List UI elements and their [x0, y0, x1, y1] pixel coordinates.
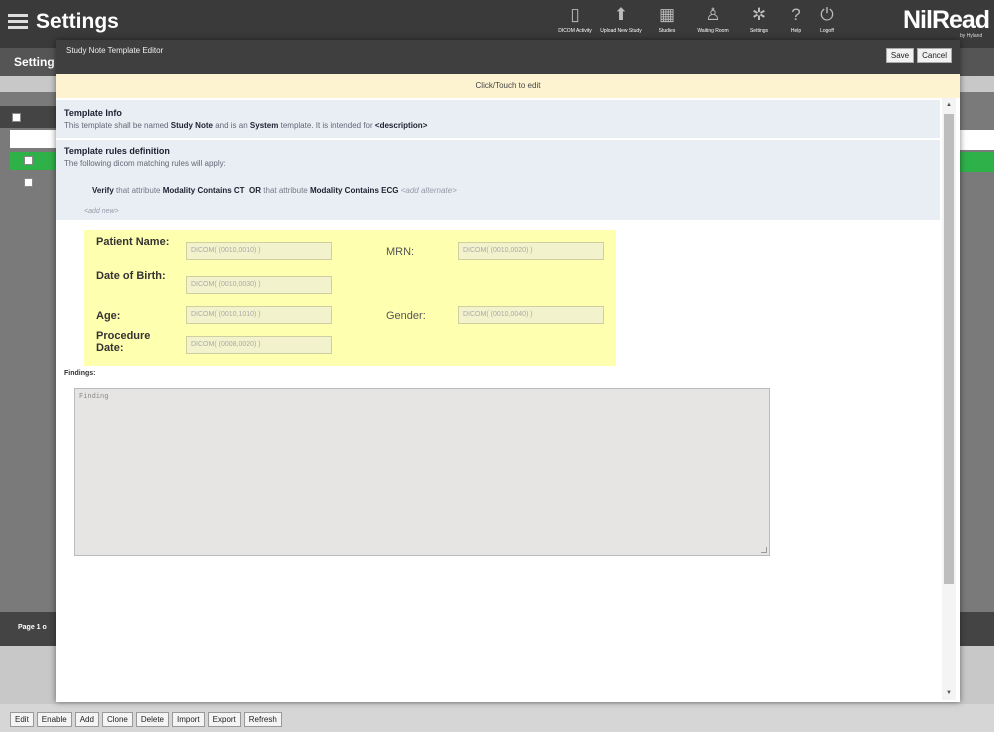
select-all-checkbox[interactable]: [12, 113, 21, 122]
age-label: Age:: [96, 310, 121, 322]
app-title: Settings: [36, 10, 119, 33]
rule-or[interactable]: OR: [249, 186, 261, 195]
table-row[interactable]: [10, 174, 60, 192]
list-header: [0, 106, 60, 128]
nav-help[interactable]: ? Help: [782, 4, 810, 40]
gender-field[interactable]: DICOM( (0010,0040) ): [458, 306, 604, 324]
patient-name-label: Patient Name:: [96, 236, 170, 248]
add-button[interactable]: Add: [74, 712, 99, 727]
nav-waiting-room[interactable]: ♙ Waiting Room: [690, 4, 736, 40]
settings-icon: ✲: [751, 5, 767, 24]
nav-label: Help: [790, 28, 802, 34]
gender-label: Gender:: [386, 310, 426, 322]
findings-label: Findings:: [64, 370, 96, 377]
patient-fields-block: Patient Name: DICOM( (0010,0010) ) MRN: …: [84, 230, 616, 366]
rule-value[interactable]: ECG: [381, 186, 398, 195]
rule-value[interactable]: CT: [234, 186, 245, 195]
export-button[interactable]: Export: [207, 712, 241, 727]
edit-button[interactable]: Edit: [10, 712, 34, 727]
table-row-selected[interactable]: [10, 152, 60, 170]
waiting-room-icon: ♙: [705, 5, 721, 24]
upload-study-icon: ⬆: [613, 5, 629, 24]
rule-line: Verify that attribute Modality Contains …: [92, 186, 457, 195]
brand-subtitle: by Hyland: [960, 33, 983, 39]
template-name[interactable]: Study Note: [171, 121, 213, 130]
template-info-heading: Template Info: [64, 108, 122, 118]
hamburger-menu-icon[interactable]: [8, 14, 28, 30]
nav-label: Settings: [749, 28, 769, 34]
enable-button[interactable]: Enable: [36, 712, 72, 727]
row-checkbox[interactable]: [24, 178, 33, 187]
editor-content: Template Info This template shall be nam…: [56, 98, 960, 702]
date-of-birth-field[interactable]: DICOM( (0010,0030) ): [186, 276, 332, 294]
footer-toolbar: Edit Enable Add Clone Delete Import Expo…: [0, 704, 994, 732]
row-checkbox-checked[interactable]: [24, 156, 33, 165]
subheader-title: Setting: [14, 55, 55, 69]
add-alternate-link[interactable]: <add alternate>: [401, 186, 457, 195]
help-icon: ?: [791, 5, 801, 24]
table-row[interactable]: [958, 130, 994, 150]
add-new-rule-link[interactable]: <add new>: [84, 208, 119, 215]
import-button[interactable]: Import: [171, 712, 205, 727]
rule-text: that attribute: [116, 186, 161, 195]
findings-textarea[interactable]: Finding: [74, 388, 770, 556]
table-row[interactable]: [10, 130, 60, 148]
nav-label: Upload New Study: [600, 28, 642, 34]
clone-button[interactable]: Clone: [101, 712, 133, 727]
template-rules-section: Template rules definition The following …: [56, 140, 940, 220]
rule-operator[interactable]: Contains: [197, 186, 231, 195]
rules-heading: Template rules definition: [64, 146, 170, 156]
nav-label: Logoff: [820, 28, 834, 34]
click-to-edit-bar[interactable]: Click/Touch to edit: [56, 74, 960, 98]
scrollbar-thumb[interactable]: [944, 114, 954, 584]
patient-name-field[interactable]: DICOM( (0010,0010) ): [186, 242, 332, 260]
rule-attribute[interactable]: Modality: [310, 186, 342, 195]
rule-verify[interactable]: Verify: [92, 186, 114, 195]
rules-intro: The following dicom matching rules will …: [64, 159, 226, 168]
scroll-down-icon[interactable]: ▼: [946, 690, 952, 696]
rule-text: that attribute: [263, 186, 308, 195]
findings-text: Finding: [79, 393, 109, 401]
mrn-field[interactable]: DICOM( (0010,0020) ): [458, 242, 604, 260]
delete-button[interactable]: Delete: [135, 712, 169, 727]
age-field[interactable]: DICOM( (0010,1010) ): [186, 306, 332, 324]
template-info-text: This template shall be named Study Note …: [64, 121, 427, 130]
template-info-section: Template Info This template shall be nam…: [56, 100, 940, 138]
nav-label: Waiting Room: [697, 28, 729, 34]
info-text-pre: This template shall be named: [64, 121, 169, 130]
dialog-title: Study Note Template Editor: [66, 46, 164, 55]
date-of-birth-label: Date of Birth:: [96, 270, 166, 282]
nav-settings[interactable]: ✲ Settings: [736, 4, 782, 40]
template-editor-dialog: Study Note Template Editor Save Cancel C…: [56, 40, 960, 702]
vertical-scrollbar[interactable]: ▲ ▼: [942, 98, 956, 700]
rule-operator[interactable]: Contains: [345, 186, 379, 195]
scroll-up-icon[interactable]: ▲: [946, 102, 952, 108]
save-button[interactable]: Save: [885, 48, 915, 63]
nav-studies[interactable]: ▦ Studies: [644, 4, 690, 40]
brand-logo: NilRead: [903, 6, 990, 34]
cancel-button[interactable]: Cancel: [917, 48, 952, 63]
top-nav: ▯ DICOM Activity ⬆ Upload New Study ▦ St…: [552, 4, 844, 40]
rule-attribute[interactable]: Modality: [163, 186, 195, 195]
dialog-titlebar: Study Note Template Editor Save Cancel: [56, 40, 960, 74]
info-text-mid: and is an: [215, 121, 248, 130]
nav-upload-study[interactable]: ⬆ Upload New Study: [598, 4, 644, 40]
table-row-selected[interactable]: [958, 152, 994, 172]
refresh-button[interactable]: Refresh: [243, 712, 282, 727]
studies-icon: ▦: [658, 5, 676, 24]
info-text-post: template. It is intended for: [280, 121, 373, 130]
pager-text: Page 1 o: [18, 624, 47, 631]
nav-label: Studies: [658, 28, 676, 34]
resize-grip-icon[interactable]: [761, 547, 767, 553]
template-description[interactable]: <description>: [375, 121, 427, 130]
nav-label: DICOM Activity: [558, 28, 592, 34]
nav-logoff[interactable]: ⏻ Logoff: [810, 4, 844, 40]
dicom-activity-icon: ▯: [570, 5, 580, 24]
mrn-label: MRN:: [386, 246, 415, 258]
template-type[interactable]: System: [250, 121, 278, 130]
logoff-icon: ⏻: [820, 5, 834, 24]
nav-dicom-activity[interactable]: ▯ DICOM Activity: [552, 4, 598, 40]
procedure-date-label: Procedure Date:: [96, 330, 151, 354]
procedure-date-field[interactable]: DICOM( (0008,0020) ): [186, 336, 332, 354]
